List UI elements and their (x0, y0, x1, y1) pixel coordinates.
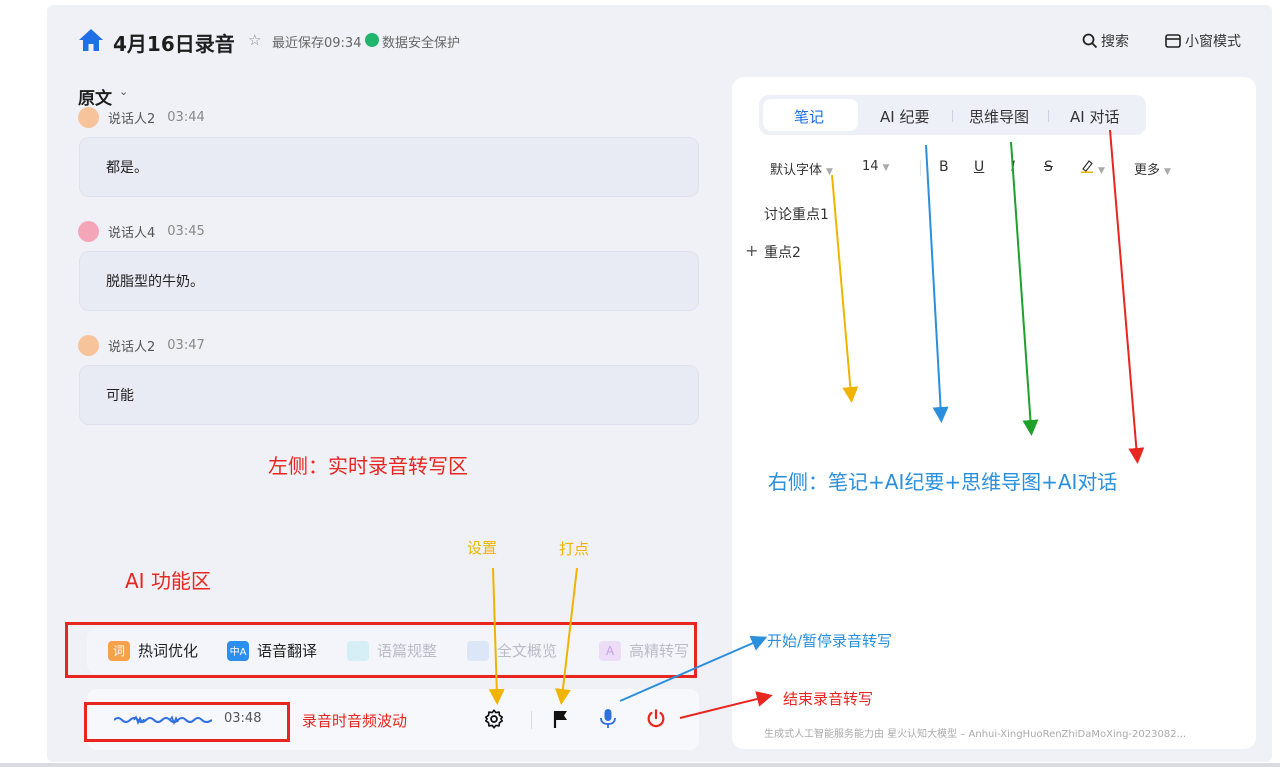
chevron-down-icon: ▼ (1098, 166, 1105, 176)
microphone-icon (600, 709, 616, 728)
highlight-button[interactable]: ▼ (1080, 159, 1105, 177)
transcript-bubble[interactable]: 都是。 (79, 137, 699, 197)
plus-icon[interactable]: + (745, 241, 758, 260)
search-label: 搜索 (1101, 34, 1129, 50)
search-icon (1082, 33, 1098, 49)
annotation-mark: 打点 (559, 540, 590, 558)
transcript-label[interactable]: 原文 (78, 84, 112, 109)
star-icon[interactable]: ☆ (248, 31, 261, 49)
save-time: 最近保存09:34 (272, 36, 362, 51)
transcript-bubble[interactable]: 可能 (79, 365, 699, 425)
end-button[interactable] (643, 706, 669, 732)
mini-window-button[interactable]: 小窗模式 (1165, 31, 1241, 51)
tab-mindmap[interactable]: 思维导图 (969, 106, 1029, 127)
speaker-row: 说话人2 03:44 (78, 107, 205, 128)
control-separator (531, 711, 532, 729)
home-icon[interactable] (78, 28, 104, 52)
annotation-settings: 设置 (467, 539, 498, 557)
power-icon (647, 709, 665, 728)
font-size-value: 14 (862, 159, 879, 174)
avatar (78, 107, 99, 128)
chevron-down-icon: ▼ (1164, 167, 1171, 177)
avatar (78, 335, 99, 356)
tab-ai-summary[interactable]: AI 纪要 (880, 106, 929, 127)
start-pause-button[interactable] (595, 706, 621, 732)
italic-button[interactable]: I (1011, 159, 1015, 175)
speaker-time[interactable]: 03:47 (167, 338, 204, 353)
transcript-bubble[interactable]: 脱脂型的牛奶。 (79, 251, 699, 311)
search-button[interactable]: 搜索 (1082, 31, 1129, 51)
chevron-down-icon[interactable]: ⌄ (119, 85, 128, 98)
toolbar-separator (920, 160, 921, 176)
annotation-start-pause: 开始/暂停录音转写 (767, 632, 893, 650)
tab-separator (1048, 110, 1049, 122)
chevron-down-icon: ▼ (882, 163, 890, 173)
avatar (78, 221, 99, 242)
annotation-right-area: 右侧：笔记+AI纪要+思维导图+AI对话 (768, 470, 1118, 494)
more-button[interactable]: 更多 ▼ (1134, 159, 1171, 178)
tab-ai-chat[interactable]: AI 对话 (1070, 106, 1119, 127)
speaker-row: 说话人2 03:47 (78, 335, 205, 356)
annotation-end: 结束录音转写 (783, 690, 874, 708)
speaker-row: 说话人4 03:45 (78, 221, 205, 242)
tab-notes[interactable]: 笔记 (794, 106, 824, 127)
bold-button[interactable]: B (939, 159, 949, 175)
window-icon (1165, 34, 1181, 48)
gear-icon (484, 709, 504, 729)
font-family-select[interactable]: 默认字体 ▼ (770, 159, 833, 178)
speaker-name[interactable]: 说话人2 (108, 336, 155, 355)
more-label: 更多 (1134, 163, 1161, 178)
font-family-value: 默认字体 (770, 163, 823, 178)
chevron-down-icon: ▼ (826, 167, 833, 177)
note-line[interactable]: 重点2 (764, 242, 801, 262)
flag-icon (553, 711, 567, 728)
annotation-ai-area: AI 功能区 (125, 569, 211, 593)
speaker-time[interactable]: 03:44 (167, 110, 204, 125)
mini-window-label: 小窗模式 (1185, 34, 1241, 50)
speaker-name[interactable]: 说话人2 (108, 108, 155, 127)
strikethrough-button[interactable]: S (1044, 159, 1053, 175)
annotation-box-ai (65, 622, 697, 678)
settings-button[interactable] (481, 706, 507, 732)
lock-icon (365, 33, 379, 47)
underline-button[interactable]: U (974, 159, 984, 175)
annotation-box-wave (84, 702, 290, 742)
page-title: 4月16日录音 (113, 32, 235, 56)
tab-separator (952, 110, 953, 122)
speaker-name[interactable]: 说话人4 (108, 222, 155, 241)
speaker-time[interactable]: 03:45 (167, 224, 204, 239)
annotation-wave: 录音时音频波动 (302, 712, 408, 730)
font-size-select[interactable]: 14 ▼ (862, 159, 889, 174)
model-footer: 生成式人工智能服务能力由 星火认知大模型 – Anhui-XingHuoRenZ… (764, 729, 1187, 740)
note-line[interactable]: 讨论重点1 (764, 204, 829, 224)
security-label: 数据安全保护 (382, 36, 461, 51)
highlighter-icon (1081, 160, 1093, 174)
window-bottom-border (0, 763, 1280, 767)
annotation-left-area: 左侧：实时录音转写区 (268, 454, 468, 478)
mark-button[interactable] (548, 706, 574, 732)
